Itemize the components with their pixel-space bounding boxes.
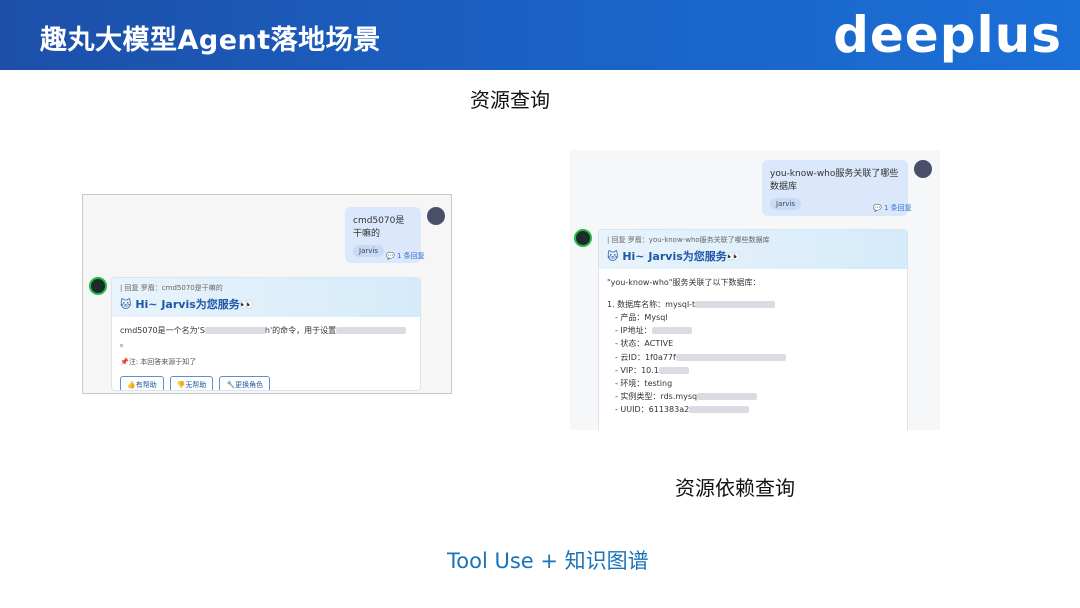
brand-logo: deeplus xyxy=(833,6,1062,64)
redacted-block xyxy=(695,300,776,308)
chat-icon: 💬 xyxy=(386,252,395,260)
card-header: | 回复 罗裔：you-know-who服务关联了哪些数据库 🐱 Hi~ Jar… xyxy=(599,230,907,269)
list-item: - 产品：Mysql xyxy=(615,312,668,322)
user-avatar xyxy=(427,207,445,225)
footer-tagline: Tool Use + 知识图谱 xyxy=(447,549,649,573)
card-header: | 回复 罗裔：cmd5070是干嘛的 🐱 Hi~ Jarvis为您服务👀 xyxy=(112,278,420,317)
card-title: 🐱 Hi~ Jarvis为您服务👀 xyxy=(607,250,741,263)
database-list: 1. 数据库名称：mysql-t - 产品：Mysql - IP地址： - 状态… xyxy=(607,298,899,417)
chat-screenshot-right: you-know-who服务关联了哪些数据库 Jarvis 💬 1 条回复 | … xyxy=(570,150,940,430)
list-item: - IP地址： xyxy=(607,324,899,337)
redacted-block xyxy=(204,327,265,334)
caption-dependency-query: 资源依赖查询 xyxy=(675,476,795,500)
list-item: - 实例类型：rds.mysq xyxy=(607,390,899,403)
redacted-block xyxy=(697,393,758,401)
list-item: - 环境：testing xyxy=(615,378,673,388)
reply-quote: | 回复 罗裔：cmd5070是干嘛的 xyxy=(120,284,223,292)
bot-face-icon: 🐱 xyxy=(120,298,132,311)
switch-role-button[interactable]: 🔧更换角色 xyxy=(219,375,271,390)
not-helpful-button[interactable]: 👎无帮助 xyxy=(169,375,214,390)
list-item: 1. 数据库名称：mysql-t xyxy=(607,298,899,311)
list-item: - 状态：ACTIVE xyxy=(615,339,674,349)
reply-count-link[interactable]: 💬 1 条回复 xyxy=(873,203,912,213)
answer-text: cmd5070是一个名为'S h'的命令，用于设置。 xyxy=(120,325,412,351)
feedback-buttons: 👍有帮助 👎无帮助 🔧更换角色 xyxy=(120,375,412,390)
bot-reply-card: | 回复 罗裔：cmd5070是干嘛的 🐱 Hi~ Jarvis为您服务👀 cm… xyxy=(111,277,421,391)
assistant-tag: Jarvis xyxy=(770,198,801,210)
card-title: 🐱 Hi~ Jarvis为您服务👀 xyxy=(120,298,254,311)
answer-intro: "you-know-who"服务关联了以下数据库： xyxy=(607,278,761,287)
user-message-text: cmd5070是干嘛的 xyxy=(353,216,405,239)
list-item: - UUID：611383a2 xyxy=(607,403,899,416)
caption-resource-query: 资源查询 xyxy=(470,88,550,112)
list-item: - 云ID：1f0a77f xyxy=(607,351,899,364)
list-item: - VIP：10.1 xyxy=(607,364,899,377)
helpful-button[interactable]: 👍有帮助 xyxy=(120,375,164,390)
bot-reply-card: | 回复 罗裔：you-know-who服务关联了哪些数据库 🐱 Hi~ Jar… xyxy=(598,229,908,430)
source-note: 📌注: 本回答来源于知了 xyxy=(120,357,197,366)
redacted-block xyxy=(658,366,689,374)
redacted-block xyxy=(689,406,750,414)
bot-face-icon: 🐱 xyxy=(607,250,619,263)
reply-quote: | 回复 罗裔：you-know-who服务关联了哪些数据库 xyxy=(607,236,770,244)
chat-screenshot-left: cmd5070是干嘛的 Jarvis 💬 1 条回复 | 回复 罗裔：cmd50… xyxy=(82,194,452,394)
card-body: "you-know-who"服务关联了以下数据库： 1. 数据库名称：mysql… xyxy=(599,269,907,424)
assistant-tag: Jarvis xyxy=(353,245,384,257)
user-message-text: you-know-who服务关联了哪些数据库 xyxy=(770,169,899,192)
redacted-block xyxy=(336,327,407,334)
user-avatar xyxy=(914,160,932,178)
slide-title: 趣丸大模型Agent落地场景 xyxy=(40,25,381,56)
reply-count-link[interactable]: 💬 1 条回复 xyxy=(386,251,425,261)
redacted-block xyxy=(675,353,786,361)
bot-avatar xyxy=(89,277,107,295)
card-body: cmd5070是一个名为'S h'的命令，用于设置。 📌注: 本回答来源于知了 👍… xyxy=(112,317,420,390)
bot-avatar xyxy=(574,229,592,247)
chat-icon: 💬 xyxy=(873,204,882,212)
redacted-block xyxy=(651,327,692,335)
header-banner: 趣丸大模型Agent落地场景 deeplus xyxy=(0,0,1080,70)
